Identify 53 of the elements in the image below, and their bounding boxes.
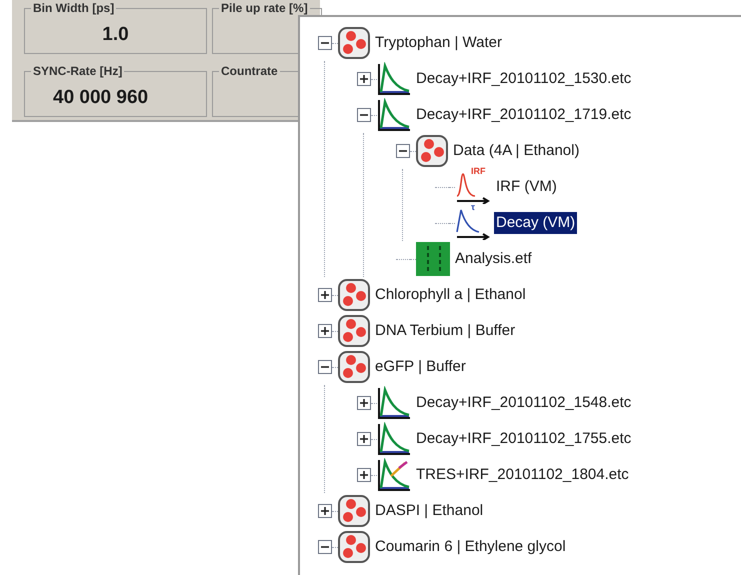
decay-curve-icon: [377, 386, 411, 420]
sample-icon: [338, 495, 370, 527]
sample-icon: [416, 135, 448, 167]
collapse-toggle[interactable]: [396, 144, 410, 158]
tree-item-label[interactable]: eGFP | Buffer: [373, 356, 468, 378]
tree-item-label[interactable]: Chlorophyll a | Ethanol: [373, 284, 528, 306]
tree-item-label[interactable]: Analysis.etf: [453, 248, 534, 270]
sample-icon: [338, 279, 370, 311]
decay-curve-icon: [377, 98, 411, 132]
tree-item-label[interactable]: Coumarin 6 | Ethylene glycol: [373, 536, 568, 558]
expand-toggle[interactable]: [357, 432, 371, 446]
tree-item-label[interactable]: Data (4A | Ethanol): [451, 140, 582, 162]
plus-icon: [359, 398, 369, 408]
expand-toggle[interactable]: [357, 72, 371, 86]
collapse-toggle[interactable]: [357, 108, 371, 122]
group-label: SYNC-Rate [Hz]: [31, 65, 124, 77]
expand-toggle[interactable]: [357, 468, 371, 482]
plus-icon: [359, 470, 369, 480]
tree-item-label[interactable]: Decay (VM): [494, 212, 578, 234]
tree-item-label[interactable]: Decay+IRF_20101102_1548.etc: [414, 392, 634, 414]
group-value: 1.0: [102, 25, 129, 44]
expand-toggle[interactable]: [318, 504, 332, 518]
tree-item-label[interactable]: DNA Terbium | Buffer: [373, 320, 518, 342]
tree-item-label[interactable]: Tryptophan | Water: [373, 32, 504, 54]
expand-toggle[interactable]: [318, 288, 332, 302]
group-label: Pile up rate [%]: [219, 2, 310, 14]
plus-icon: [320, 290, 330, 300]
tree-item-label[interactable]: Decay+IRF_20101102_1530.etc: [414, 68, 634, 90]
sample-icon: [338, 27, 370, 59]
tree-item-label[interactable]: TRES+IRF_20101102_1804.etc: [414, 464, 631, 486]
plus-icon: [359, 434, 369, 444]
decay-curve-icon: [377, 422, 411, 456]
collapse-toggle[interactable]: [318, 36, 332, 50]
sample-icon: [338, 315, 370, 347]
tree-item-label[interactable]: DASPI | Ethanol: [373, 500, 486, 522]
sample-icon: [338, 531, 370, 563]
collapse-toggle[interactable]: [318, 360, 332, 374]
group-label: Bin Width [ps]: [31, 2, 116, 14]
expand-toggle[interactable]: [357, 396, 371, 410]
tree-item-label[interactable]: Decay+IRF_20101102_1755.etc: [414, 428, 634, 450]
expand-toggle[interactable]: [318, 324, 332, 338]
tree-item-label[interactable]: IRF (VM): [494, 176, 559, 198]
sample-icon: [338, 351, 370, 383]
analysis-file-icon: [416, 242, 450, 276]
group-value: 40 000 960: [53, 88, 148, 107]
tres-curve-icon: [377, 458, 411, 492]
tree-item-label[interactable]: Decay+IRF_20101102_1719.etc: [414, 104, 634, 126]
group-label: Countrate: [219, 65, 280, 77]
plus-icon: [359, 74, 369, 84]
decay-curve-icon: [377, 62, 411, 96]
plus-icon: [320, 326, 330, 336]
collapse-toggle[interactable]: [318, 540, 332, 554]
plus-icon: [320, 506, 330, 516]
